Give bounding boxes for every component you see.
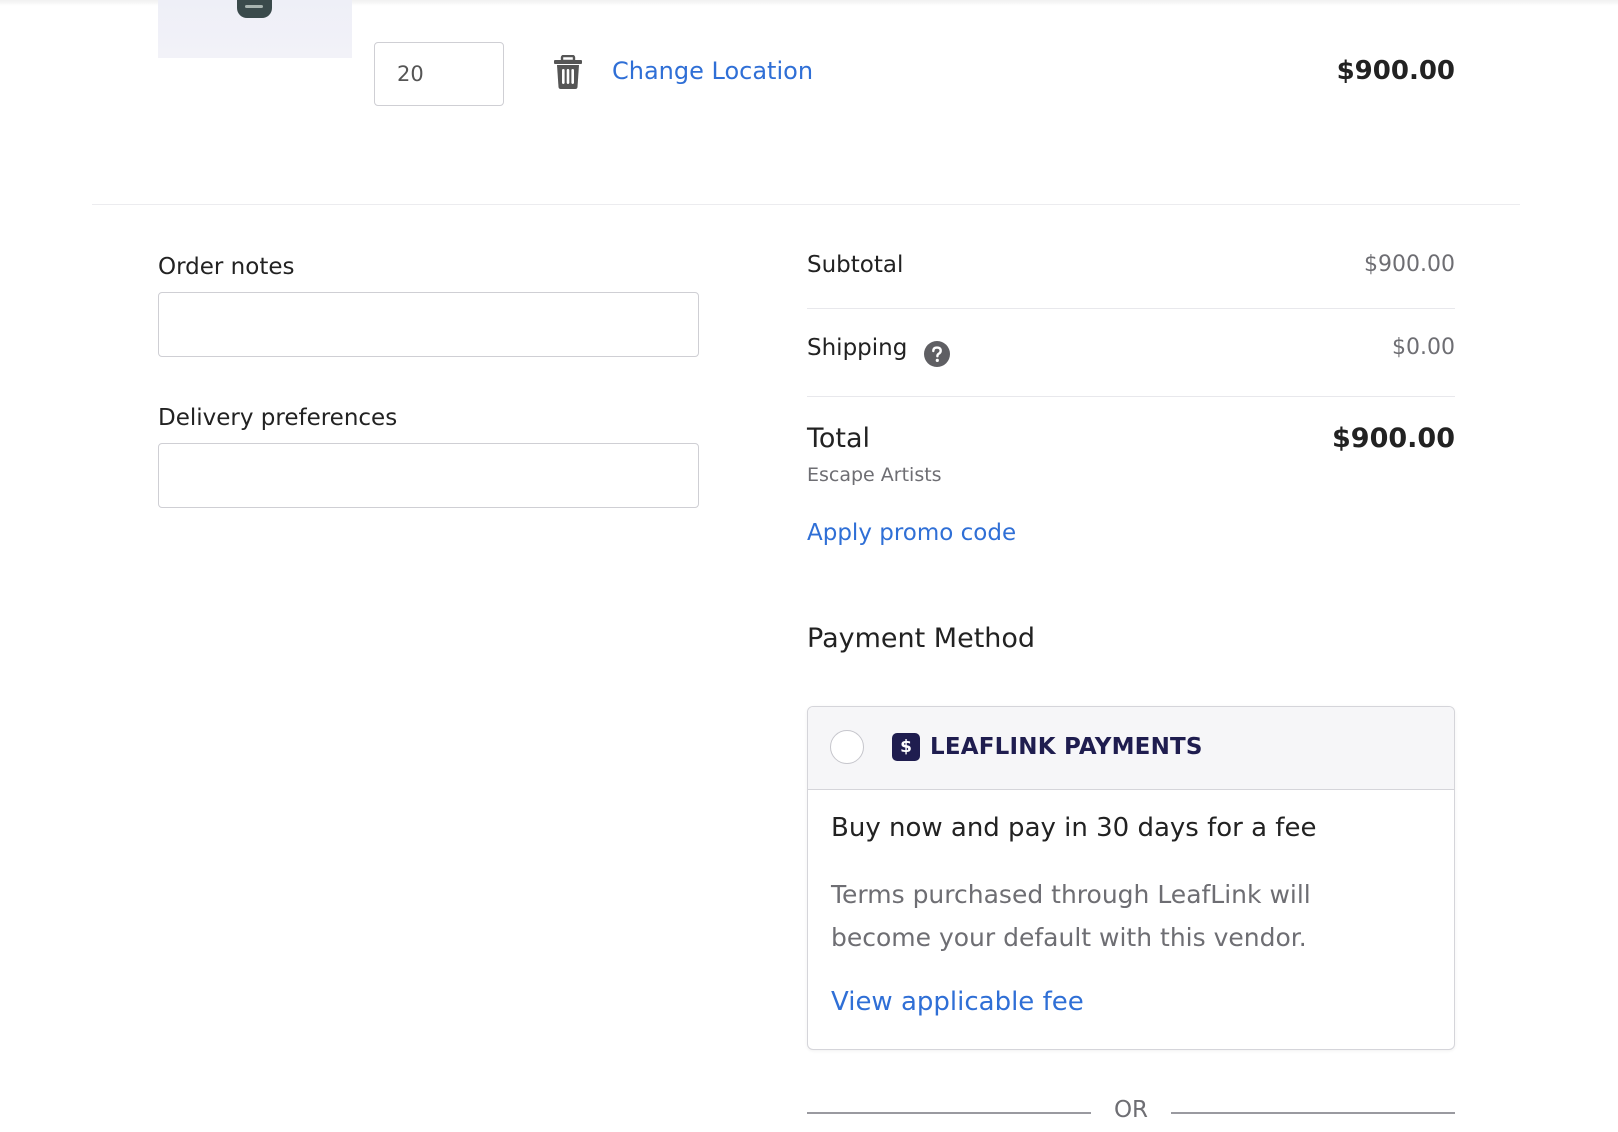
total-label: Total	[807, 423, 871, 454]
summary-divider	[807, 308, 1455, 309]
product-image	[158, 0, 352, 58]
total-value: $900.00	[1332, 423, 1455, 454]
payment-option-header[interactable]: $ LEAFLINK PAYMENTS	[808, 707, 1454, 790]
payment-brand-name: LEAFLINK PAYMENTS	[930, 734, 1203, 760]
payment-method-title: Payment Method	[807, 623, 1036, 654]
trash-icon[interactable]	[553, 55, 583, 89]
payment-option-radio[interactable]	[830, 730, 864, 764]
subtotal-label: Subtotal	[807, 252, 904, 278]
product-bottle	[237, 0, 272, 18]
vendor-name: Escape Artists	[807, 464, 942, 486]
line-item-price: $900.00	[1336, 56, 1455, 86]
subtotal-value: $900.00	[1364, 252, 1455, 277]
question-circle-icon[interactable]	[924, 341, 950, 367]
quantity-input[interactable]	[374, 42, 504, 106]
or-divider-right	[1171, 1112, 1455, 1114]
or-divider-left	[807, 1112, 1091, 1114]
delivery-preferences-label: Delivery preferences	[158, 405, 398, 431]
payment-option-description: Terms purchased through LeafLink will be…	[831, 880, 1311, 952]
payment-option-headline: Buy now and pay in 30 days for a fee	[831, 813, 1317, 843]
or-separator: OR	[1113, 1097, 1149, 1123]
dollar-badge-icon: $	[892, 733, 920, 761]
order-notes-label: Order notes	[158, 254, 295, 280]
change-location-link[interactable]: Change Location	[612, 55, 813, 87]
delivery-preferences-input[interactable]	[158, 443, 699, 508]
shipping-value: $0.00	[1392, 335, 1455, 360]
checkout-page: Change Location $900.00 Order notes Deli…	[0, 0, 1618, 1132]
summary-divider	[807, 396, 1455, 397]
section-divider	[92, 204, 1520, 205]
order-notes-input[interactable]	[158, 292, 699, 357]
view-applicable-fee-link[interactable]: View applicable fee	[831, 985, 1084, 1019]
shipping-label: Shipping	[807, 335, 908, 361]
apply-promo-code-link[interactable]: Apply promo code	[807, 518, 1016, 548]
leaflink-payments-option[interactable]: $ LEAFLINK PAYMENTS Buy now and pay in 3…	[807, 706, 1455, 1050]
